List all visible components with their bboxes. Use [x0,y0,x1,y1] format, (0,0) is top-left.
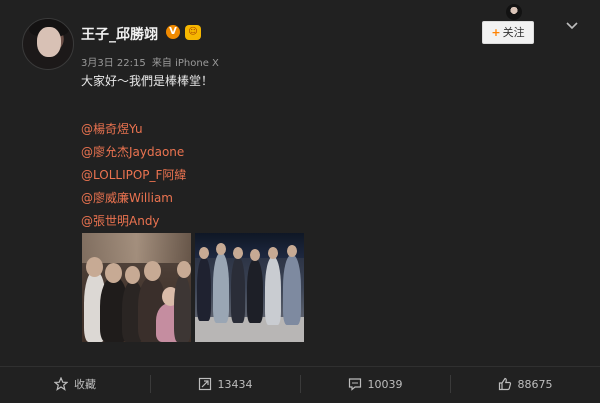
person [247,259,263,323]
follow-button[interactable]: + 关注 [482,21,534,44]
follow-area: + 关注 [478,3,550,44]
photo-grid [82,233,306,343]
person [174,275,191,342]
photo-thumbnail[interactable] [195,233,304,342]
photo-thumbnail[interactable] [82,233,191,342]
person-head [287,245,297,257]
person-head [268,247,278,259]
chevron-down-icon[interactable] [565,21,579,31]
mention-link[interactable]: @LOLLIPOP_F阿緯 [81,164,186,187]
verified-badge: V [166,25,180,39]
person [197,257,211,321]
post-text: 大家好～我們是棒棒堂！ [81,74,214,88]
post-source: 来自 iPhone X [151,58,219,69]
person [213,253,229,323]
person [283,255,301,325]
action-toolbar: 收藏 13434 10039 88675 [0,366,600,403]
person-head [125,266,140,284]
avatar[interactable] [22,18,74,70]
person-head [105,263,122,283]
star-icon [54,377,68,391]
level-badge: ☺ [185,25,201,40]
post-meta: 3月3日 22:15 来自 iPhone X [81,54,222,69]
favorite-button[interactable]: 收藏 [0,367,150,401]
person-head [86,257,103,277]
mention-link[interactable]: @楊奇煜Yu [81,118,186,141]
person-head [177,261,191,278]
like-count: 88675 [517,377,553,391]
follow-avatar-thumb [506,4,522,20]
repost-icon [198,377,211,391]
mention-list: @楊奇煜Yu @廖允杰Jaydaone @LOLLIPOP_F阿緯 @廖威廉Wi… [81,118,186,233]
favorite-label: 收藏 [74,378,96,391]
person-head [250,249,260,261]
person [265,257,281,325]
plus-icon: + [491,26,501,39]
person-head [144,261,161,281]
like-icon [498,377,511,391]
person-head [233,247,243,259]
repost-count: 13434 [217,377,253,391]
comment-button[interactable]: 10039 [300,367,450,401]
mention-link[interactable]: @廖允杰Jaydaone [81,141,186,164]
mention-link[interactable]: @張世明Andy [81,210,186,233]
weibo-post: 王子_邱勝翊 V ☺ 3月3日 22:15 来自 iPhone X + 关注 大家… [0,0,600,402]
follow-label: 关注 [502,26,525,39]
repost-button[interactable]: 13434 [150,367,300,401]
comment-icon [348,378,361,391]
comment-count: 10039 [367,377,403,391]
like-button[interactable]: 88675 [450,367,600,401]
mention-link[interactable]: @廖威廉William [81,187,186,210]
person-head [199,247,209,259]
avatar-face [37,27,61,57]
person-head [216,243,226,255]
person [231,257,245,323]
username[interactable]: 王子_邱勝翊 [81,24,158,44]
post-date[interactable]: 3月3日 22:15 [81,58,146,69]
